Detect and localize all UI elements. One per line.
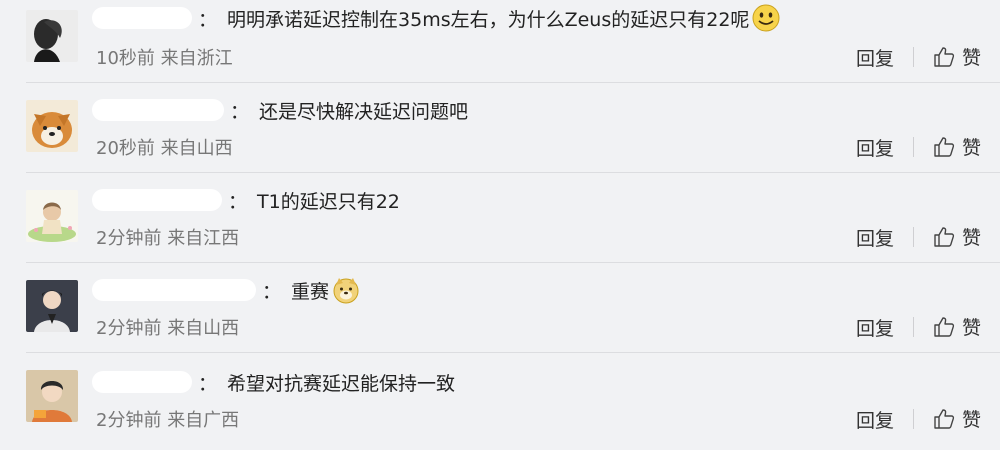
comment-item: ： 还是尽快解决延迟问题吧 20秒前 来自山西 回复 赞: [0, 90, 1000, 180]
comment-meta: 20秒前 来自山西: [96, 134, 233, 160]
comment-meta: 2分钟前 来自广西: [96, 406, 239, 432]
avatar[interactable]: [26, 370, 78, 422]
comment-location: 来自山西: [160, 138, 233, 159]
avatar[interactable]: [26, 190, 78, 242]
like-label: 赞: [962, 317, 982, 339]
row-divider: [26, 262, 1000, 263]
reply-button[interactable]: 回复: [856, 134, 894, 161]
comment-text: T1的延迟只有22: [257, 190, 400, 213]
action-divider: [913, 137, 914, 157]
username-redacted[interactable]: [92, 189, 222, 211]
comment-time: 10秒前: [96, 48, 155, 69]
row-divider: [26, 352, 1000, 353]
comment-line: ： 明明承诺延迟控制在35ms左右，为什么Zeus的延迟只有22呢: [92, 3, 781, 33]
smile-emoji-icon: [751, 3, 781, 33]
like-label: 赞: [962, 227, 982, 249]
comment-item: ： 重赛 2分钟前 来自山西 回复 赞: [0, 270, 1000, 360]
comment-item: ： T1的延迟只有22 2分钟前 来自江西 回复 赞: [0, 180, 1000, 270]
username-redacted[interactable]: [92, 279, 256, 301]
like-button[interactable]: 赞: [932, 223, 981, 250]
comment-text: 还是尽快解决延迟问题吧: [259, 100, 469, 123]
reply-button[interactable]: 回复: [856, 224, 894, 251]
like-label: 赞: [962, 137, 982, 159]
thumbs-up-icon: [934, 316, 955, 337]
comment-item: ： 希望对抗赛延迟能保持一致 2分钟前 来自广西 回复 赞: [0, 360, 1000, 450]
comment-text: 明明承诺延迟控制在35ms左右，为什么Zeus的延迟只有22呢: [227, 8, 750, 31]
action-divider: [913, 409, 914, 429]
username-redacted[interactable]: [92, 7, 192, 29]
action-divider: [913, 317, 914, 337]
like-button[interactable]: 赞: [932, 313, 981, 340]
doge-emoji-icon: [331, 275, 361, 305]
comment-line: ： T1的延迟只有22: [92, 187, 400, 213]
comment-location: 来自江西: [167, 228, 240, 249]
row-divider: [26, 172, 1000, 173]
avatar[interactable]: [26, 100, 78, 152]
username-redacted[interactable]: [92, 99, 224, 121]
thumbs-up-icon: [934, 408, 955, 429]
comment-time: 20秒前: [96, 138, 155, 159]
like-label: 赞: [962, 47, 982, 69]
comment-line: ： 还是尽快解决延迟问题吧: [92, 97, 468, 123]
thumbs-up-icon: [934, 226, 955, 247]
like-button[interactable]: 赞: [932, 405, 981, 432]
comment-time: 2分钟前: [96, 228, 162, 249]
comment-location: 来自广西: [167, 410, 240, 431]
action-divider: [913, 227, 914, 247]
reply-button[interactable]: 回复: [856, 314, 894, 341]
comment-meta: 2分钟前 来自山西: [96, 314, 239, 340]
comment-text: 重赛: [291, 280, 330, 303]
reply-button[interactable]: 回复: [856, 44, 894, 71]
comment-text: 希望对抗赛延迟能保持一致: [227, 372, 456, 395]
avatar[interactable]: [26, 10, 78, 62]
like-button[interactable]: 赞: [932, 133, 981, 160]
comment-meta: 10秒前 来自浙江: [96, 44, 233, 70]
comment-line: ： 希望对抗赛延迟能保持一致: [92, 369, 455, 395]
comment-time: 2分钟前: [96, 318, 162, 339]
like-label: 赞: [962, 409, 982, 431]
comment-time: 2分钟前: [96, 410, 162, 431]
row-divider: [26, 82, 1000, 83]
like-button[interactable]: 赞: [932, 43, 981, 70]
comment-line: ： 重赛: [92, 275, 361, 305]
comment-location: 来自山西: [167, 318, 240, 339]
username-redacted[interactable]: [92, 371, 192, 393]
comment-meta: 2分钟前 来自江西: [96, 224, 239, 250]
comment-location: 来自浙江: [160, 48, 233, 69]
thumbs-up-icon: [934, 46, 955, 67]
comment-item: ： 明明承诺延迟控制在35ms左右，为什么Zeus的延迟只有22呢 10秒前 来…: [0, 0, 1000, 90]
avatar[interactable]: [26, 280, 78, 332]
action-divider: [913, 47, 914, 67]
reply-button[interactable]: 回复: [856, 406, 894, 433]
thumbs-up-icon: [934, 136, 955, 157]
